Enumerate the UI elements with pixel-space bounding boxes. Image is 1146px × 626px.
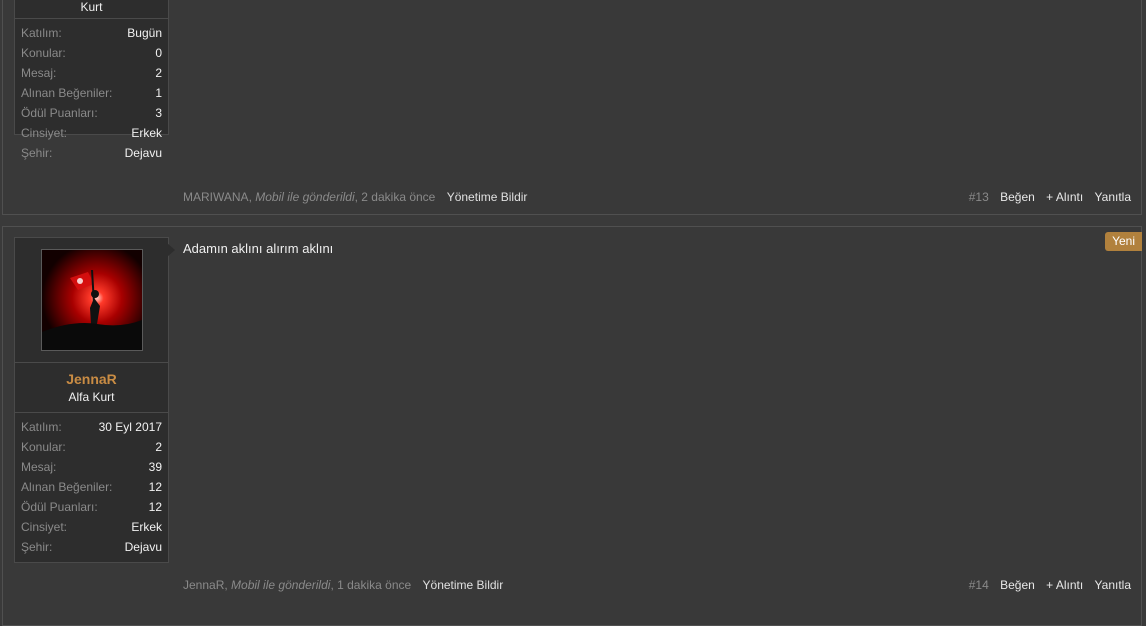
divider	[15, 362, 168, 363]
post-meta: JennaR, Mobil ile gönderildi, 1 dakika ö…	[183, 578, 504, 592]
post-author-link[interactable]: MARIWANA	[183, 190, 249, 204]
post-footer: JennaR, Mobil ile gönderildi, 1 dakika ö…	[183, 576, 1131, 594]
post-author-link[interactable]: JennaR	[183, 578, 224, 592]
stat-gender: Cinsiyet: Erkek	[21, 126, 162, 140]
message-pointer	[167, 243, 175, 257]
avatar-image	[41, 250, 142, 350]
stat-threads: Konular: 2	[21, 440, 162, 454]
stat-joined: Katılım: Bugün	[21, 26, 162, 40]
report-link[interactable]: Yönetime Bildir	[447, 190, 528, 204]
post-14: JennaR Alfa Kurt Katılım: 30 Eyl 2017 Kon…	[2, 226, 1142, 626]
quote-button[interactable]: + Alıntı	[1046, 578, 1083, 592]
stat-messages: Mesaj: 39	[21, 460, 162, 474]
user-info-block: JennaR Alfa Kurt Katılım: 30 Eyl 2017 Kon…	[14, 237, 169, 563]
report-link[interactable]: Yönetime Bildir	[423, 578, 504, 592]
avatar[interactable]	[40, 249, 143, 351]
post-actions: #13 Beğen + Alıntı Yanıtla	[961, 188, 1131, 206]
post-13: Kurt Katılım: Bugün Konular: 0 Mesaj: 2 Alı…	[2, 0, 1142, 215]
post-time[interactable]: 1 dakika önce	[337, 578, 411, 592]
post-meta: MARIWANA, Mobil ile gönderildi, 2 dakika…	[183, 190, 528, 204]
user-stats: Katılım: 30 Eyl 2017 Konular: 2 Mesaj: 39 A…	[15, 413, 168, 557]
stat-gender: Cinsiyet: Erkek	[21, 520, 162, 534]
like-button[interactable]: Beğen	[1000, 578, 1035, 592]
mobile-note: Mobil ile gönderildi	[255, 190, 355, 204]
username-link[interactable]: JennaR	[15, 371, 168, 387]
like-button[interactable]: Beğen	[1000, 190, 1035, 204]
stat-likes: Alınan Beğeniler: 1	[21, 86, 162, 100]
stat-likes: Alınan Beğeniler: 12	[21, 480, 162, 494]
user-title: Kurt	[80, 0, 103, 14]
stat-city: Şehir: Dejavu	[21, 540, 162, 554]
stat-joined: Katılım: 30 Eyl 2017	[21, 420, 162, 434]
post-number-link[interactable]: #13	[969, 190, 989, 204]
mobile-note: Mobil ile gönderildi	[231, 578, 331, 592]
post-message: Adamın aklını alırım aklını	[183, 241, 334, 256]
post-time[interactable]: 2 dakika önce	[361, 190, 435, 204]
user-stats: Katılım: Bugün Konular: 0 Mesaj: 2 Alınan B…	[15, 19, 168, 163]
post-footer: MARIWANA, Mobil ile gönderildi, 2 dakika…	[183, 188, 1131, 206]
stat-points: Ödül Puanları: 12	[21, 500, 162, 514]
stat-threads: Konular: 0	[21, 46, 162, 60]
reply-button[interactable]: Yanıtla	[1095, 190, 1131, 204]
post-actions: #14 Beğen + Alıntı Yanıtla	[961, 576, 1131, 594]
new-badge: Yeni	[1105, 232, 1142, 251]
user-info-block: Kurt Katılım: Bugün Konular: 0 Mesaj: 2 Alı…	[14, 0, 169, 160]
quote-button[interactable]: + Alıntı	[1046, 190, 1083, 204]
reply-button[interactable]: Yanıtla	[1095, 578, 1131, 592]
stat-messages: Mesaj: 2	[21, 66, 162, 80]
post-number-link[interactable]: #14	[969, 578, 989, 592]
stat-city: Şehir: Dejavu	[21, 146, 162, 160]
stat-points: Ödül Puanları: 3	[21, 106, 162, 120]
user-title: Alfa Kurt	[68, 390, 115, 404]
